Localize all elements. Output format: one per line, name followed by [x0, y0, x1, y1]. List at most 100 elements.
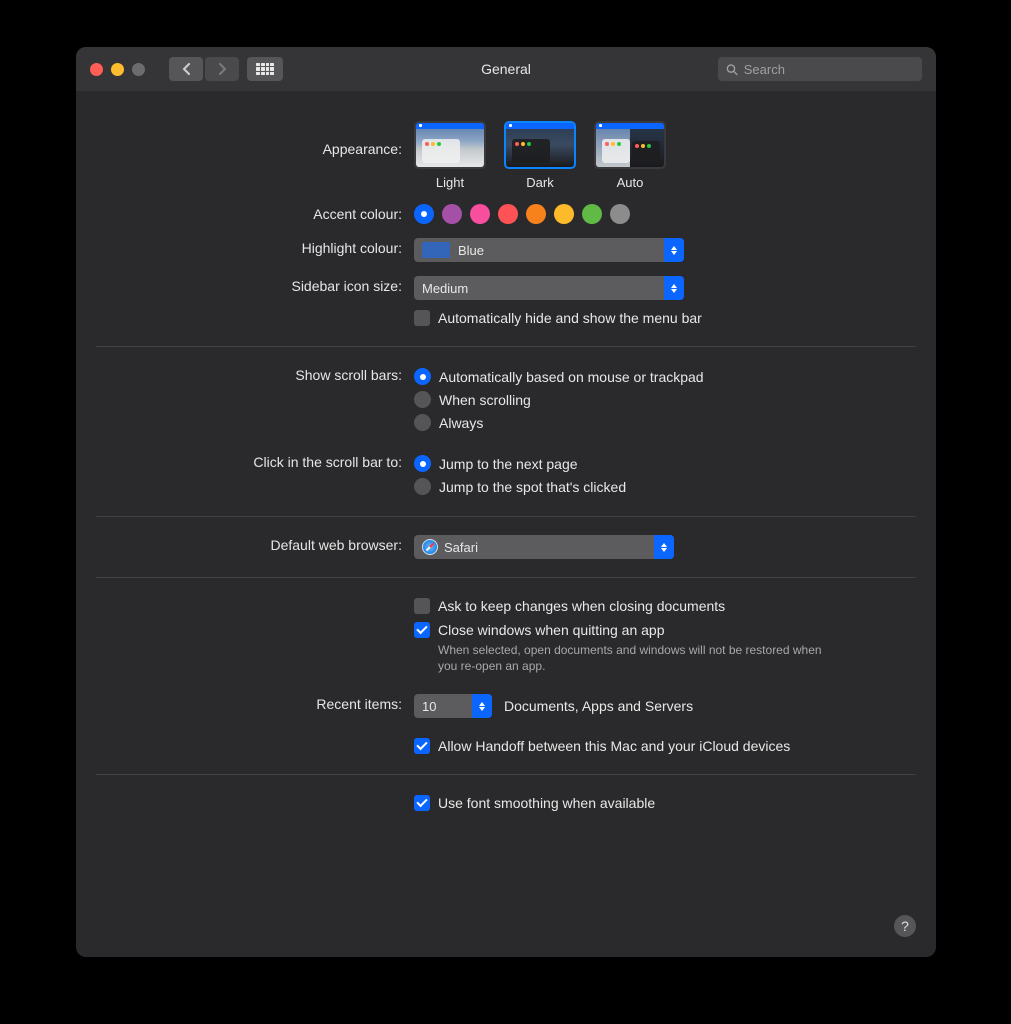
highlight-label: Highlight colour: [76, 238, 414, 256]
select-arrows-icon [664, 238, 684, 262]
appearance-label: Appearance: [76, 121, 414, 157]
chevron-left-icon [182, 63, 191, 75]
minimize-button[interactable] [111, 63, 124, 76]
traffic-lights [90, 63, 145, 76]
appearance-dark[interactable]: Dark [504, 121, 576, 190]
scrollbars-auto-row: Automatically based on mouse or trackpad [414, 365, 704, 388]
search-field[interactable] [718, 57, 922, 81]
accent-row: Accent colour: [76, 194, 936, 228]
font-smoothing-row: Use font smoothing when available [76, 789, 936, 817]
accent-blue-swatch[interactable] [414, 204, 434, 224]
highlight-select[interactable]: Blue [414, 238, 684, 262]
sidebar-value: Medium [422, 281, 468, 296]
accent-label: Accent colour: [76, 204, 414, 222]
preferences-window: General Appearance: Light [76, 47, 936, 957]
content: Appearance: Light [76, 91, 936, 827]
scrollbars-scrolling-radio[interactable] [414, 391, 431, 408]
scrollbars-auto-radio[interactable] [414, 368, 431, 385]
font-smoothing-checkbox[interactable] [414, 795, 430, 811]
sidebar-row: Sidebar icon size: Medium Automatically … [76, 266, 936, 332]
recent-items-suffix: Documents, Apps and Servers [504, 698, 693, 714]
scrollbars-scrolling-label: When scrolling [439, 392, 531, 408]
click-spot-radio[interactable] [414, 478, 431, 495]
accent-swatches [414, 204, 630, 224]
recent-items-label: Recent items: [76, 694, 414, 712]
scrollbars-always-radio[interactable] [414, 414, 431, 431]
handoff-checkbox[interactable] [414, 738, 430, 754]
accent-graphite-swatch[interactable] [610, 204, 630, 224]
divider [96, 577, 916, 578]
browser-select[interactable]: Safari [414, 535, 674, 559]
accent-pink-swatch[interactable] [470, 204, 490, 224]
autohide-menubar-row: Automatically hide and show the menu bar [414, 308, 702, 328]
handoff-row: Allow Handoff between this Mac and your … [76, 722, 936, 760]
accent-green-swatch[interactable] [582, 204, 602, 224]
scrollbars-label: Show scroll bars: [76, 365, 414, 383]
recent-items-select[interactable]: 10 [414, 694, 492, 718]
highlight-row: Highlight colour: Blue [76, 228, 936, 266]
show-all-button[interactable] [247, 57, 283, 81]
appearance-options: Light Dark [414, 121, 666, 190]
appearance-auto[interactable]: Auto [594, 121, 666, 190]
click-nextpage-label: Jump to the next page [439, 456, 578, 472]
sidebar-label: Sidebar icon size: [76, 276, 414, 294]
doc-checkboxes-row: Ask to keep changes when closing documen… [76, 592, 936, 682]
select-arrows-icon [664, 276, 684, 300]
appearance-auto-thumb [594, 121, 666, 169]
handoff-checkbox-row: Allow Handoff between this Mac and your … [414, 736, 790, 756]
font-smoothing-checkbox-row: Use font smoothing when available [414, 793, 655, 813]
appearance-light-label: Light [436, 175, 464, 190]
click-spot-label: Jump to the spot that's clicked [439, 479, 626, 495]
divider [96, 516, 916, 517]
browser-row: Default web browser: Safari [76, 531, 936, 563]
close-windows-checkbox[interactable] [414, 622, 430, 638]
sidebar-select[interactable]: Medium [414, 276, 684, 300]
search-input[interactable] [744, 62, 914, 77]
highlight-value: Blue [458, 243, 484, 258]
forward-button [205, 57, 239, 81]
ask-keep-changes-checkbox[interactable] [414, 598, 430, 614]
select-arrows-icon [654, 535, 674, 559]
accent-yellow-swatch[interactable] [554, 204, 574, 224]
ask-keep-changes-label: Ask to keep changes when closing documen… [438, 598, 725, 614]
chevron-right-icon [218, 63, 227, 75]
accent-red-swatch[interactable] [498, 204, 518, 224]
click-scrollbar-row: Click in the scroll bar to: Jump to the … [76, 438, 936, 502]
nav-buttons [169, 57, 239, 81]
click-nextpage-row: Jump to the next page [414, 452, 578, 475]
recent-items-value: 10 [422, 699, 436, 714]
scrollbars-auto-label: Automatically based on mouse or trackpad [439, 369, 704, 385]
appearance-row: Appearance: Light [76, 117, 936, 194]
back-button[interactable] [169, 57, 203, 81]
browser-label: Default web browser: [76, 535, 414, 553]
scrollbars-scrolling-row: When scrolling [414, 388, 531, 411]
scrollbars-always-label: Always [439, 415, 483, 431]
scrollbars-row: Show scroll bars: Automatically based on… [76, 361, 936, 438]
grid-icon [256, 63, 274, 75]
accent-orange-swatch[interactable] [526, 204, 546, 224]
appearance-auto-label: Auto [617, 175, 644, 190]
appearance-dark-thumb [504, 121, 576, 169]
close-button[interactable] [90, 63, 103, 76]
close-windows-label: Close windows when quitting an app [438, 622, 664, 638]
titlebar: General [76, 47, 936, 91]
scrollbars-always-row: Always [414, 411, 483, 434]
font-smoothing-label: Use font smoothing when available [438, 795, 655, 811]
help-icon: ? [901, 918, 909, 934]
accent-purple-swatch[interactable] [442, 204, 462, 224]
click-nextpage-radio[interactable] [414, 455, 431, 472]
click-scrollbar-label: Click in the scroll bar to: [76, 452, 414, 470]
zoom-button [132, 63, 145, 76]
ask-keep-changes-row: Ask to keep changes when closing documen… [414, 596, 725, 616]
search-icon [726, 63, 738, 76]
divider [96, 774, 916, 775]
recent-items-row: Recent items: 10 Documents, Apps and Ser… [76, 682, 936, 722]
close-windows-row: Close windows when quitting an app [414, 616, 664, 640]
click-spot-row: Jump to the spot that's clicked [414, 475, 626, 498]
browser-value: Safari [444, 540, 478, 555]
appearance-light[interactable]: Light [414, 121, 486, 190]
autohide-menubar-checkbox[interactable] [414, 310, 430, 326]
help-button[interactable]: ? [894, 915, 916, 937]
appearance-light-thumb [414, 121, 486, 169]
appearance-dark-label: Dark [526, 175, 553, 190]
